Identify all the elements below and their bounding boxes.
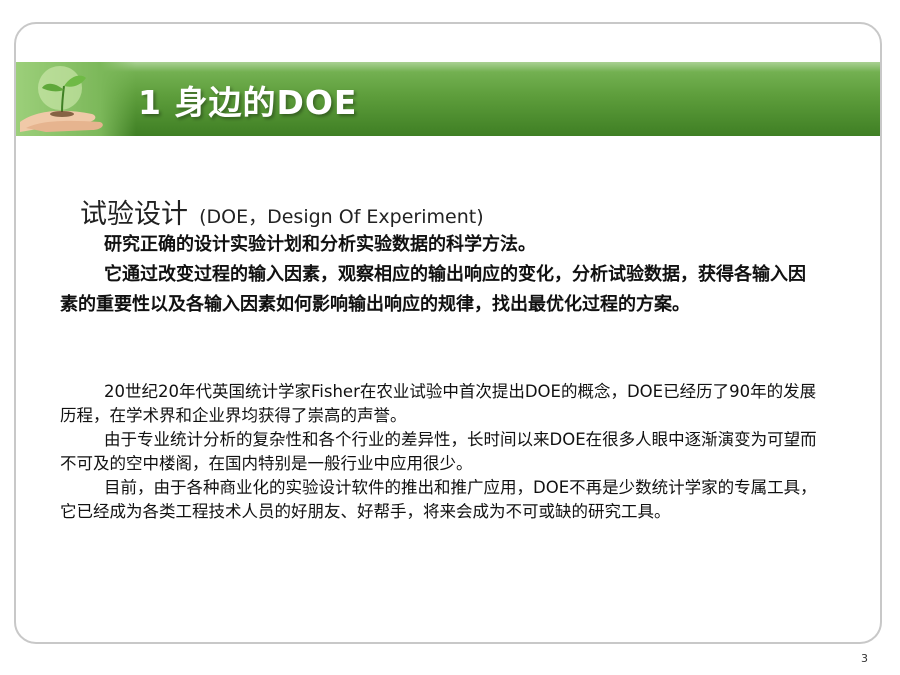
section-heading-subtitle: (DOE，Design Of Experiment) <box>199 206 484 228</box>
difficulty-paragraph: 由于专业统计分析的复杂性和各个行业的差异性，长时间以来DOE在很多人眼中逐渐演变… <box>60 430 817 473</box>
section-heading: 试验设计 (DOE，Design Of Experiment) <box>80 192 484 231</box>
slide-title: 1 身边的DOE <box>138 83 358 122</box>
banner-shine <box>16 62 880 72</box>
slide: 1 身边的DOE 试验设计 (DOE，Design Of Experiment)… <box>0 0 900 675</box>
section-heading-title: 试验设计 <box>80 199 188 230</box>
page-number: 3 <box>861 652 868 665</box>
slide-frame: 1 身边的DOE 试验设计 (DOE，Design Of Experiment) <box>14 22 882 644</box>
definition-paragraph: 研究正确的设计实验计划和分析实验数据的科学方法。 <box>104 234 536 255</box>
title-banner: 1 身边的DOE <box>16 62 880 136</box>
seedling-in-hands-icon <box>16 62 136 136</box>
software-paragraph: 目前，由于各种商业化的实验设计软件的推出和推广应用，DOE不再是少数统计学家的专… <box>60 478 817 521</box>
method-paragraph: 它通过改变过程的输入因素，观察相应的输出响应的变化，分析试验数据，获得各输入因素… <box>60 264 806 315</box>
history-paragraph: 20世纪20年代英国统计学家Fisher在农业试验中首次提出DOE的概念，DOE… <box>60 382 817 425</box>
